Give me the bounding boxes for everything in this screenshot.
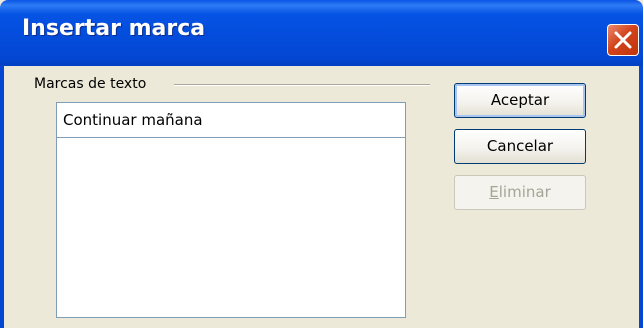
- bookmark-list[interactable]: [56, 138, 406, 318]
- close-button[interactable]: [607, 24, 639, 56]
- dialog-title: Insertar marca: [22, 16, 206, 41]
- delete-button[interactable]: Eliminar: [454, 175, 586, 210]
- title-bar[interactable]: Insertar marca: [0, 0, 643, 66]
- cancel-button[interactable]: Cancelar: [454, 129, 586, 164]
- delete-label-rest: liminar: [498, 183, 551, 201]
- bookmarks-group-label: Marcas de texto: [34, 76, 147, 92]
- insert-bookmark-dialog: Insertar marca Marcas de texto Aceptar C…: [0, 0, 643, 328]
- window-frame-right: [639, 66, 643, 328]
- window-frame-left: [0, 66, 4, 328]
- close-icon: [614, 31, 632, 49]
- bookmark-name-input[interactable]: [56, 102, 406, 138]
- group-separator: [174, 84, 430, 86]
- delete-mnemonic: E: [489, 183, 499, 201]
- accept-button[interactable]: Aceptar: [454, 83, 586, 118]
